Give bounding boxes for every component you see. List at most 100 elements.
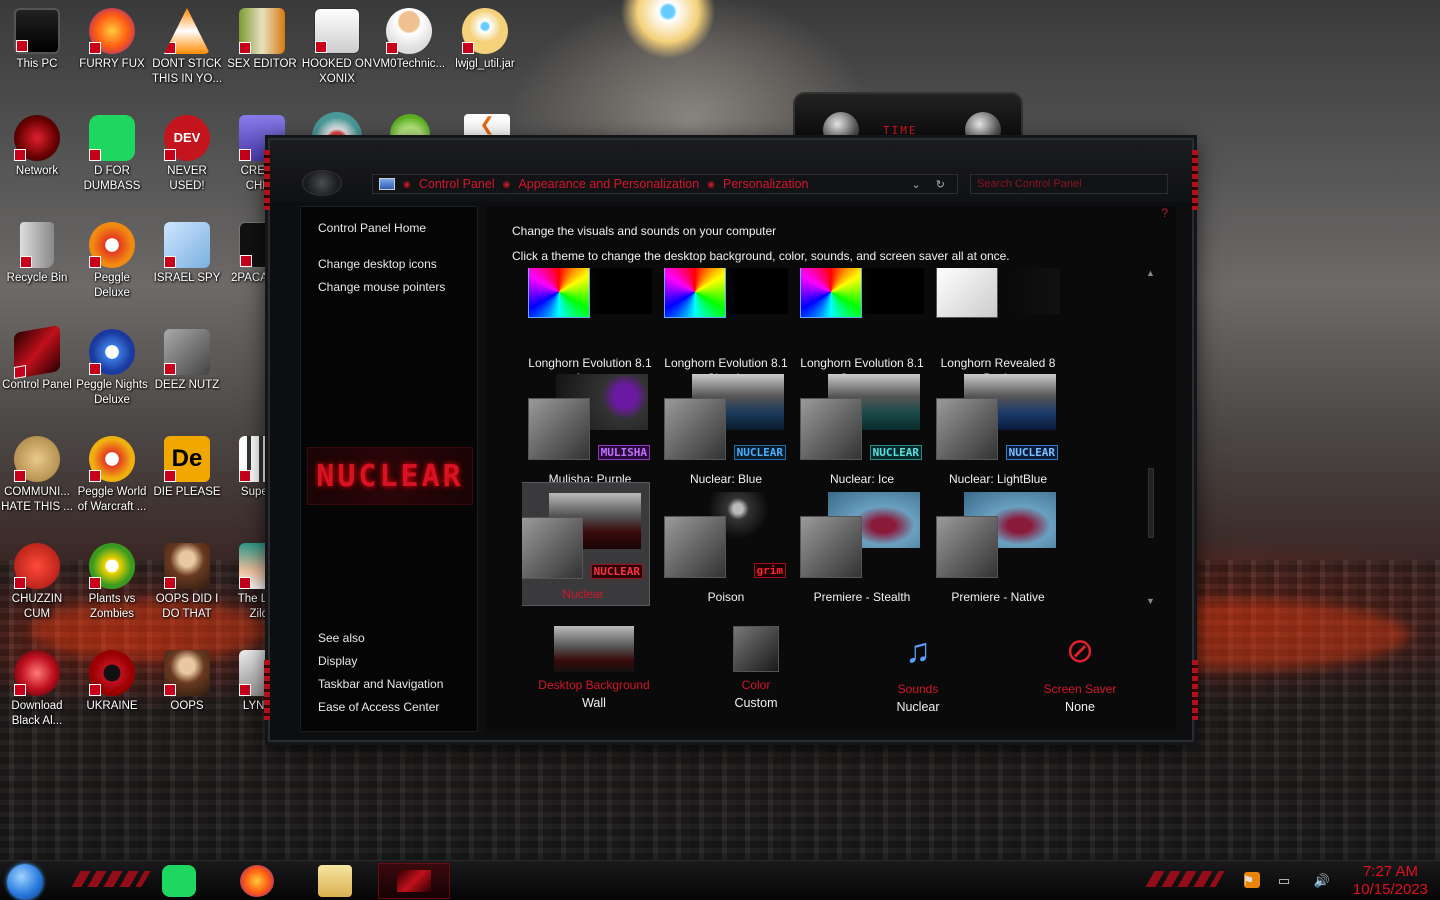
clock-gadget[interactable]: TIME: [793, 92, 1023, 148]
desktop-icon-this-pc[interactable]: This PC: [0, 8, 74, 72]
desktop-icon-d-for-dumbass[interactable]: D FOR DUMBASS: [75, 115, 149, 194]
color-value: Custom: [734, 696, 778, 710]
dreamweaver-style-icon: De: [164, 436, 210, 482]
theme-name: Poison: [707, 590, 745, 604]
scroll-up-icon[interactable]: ▲: [1146, 268, 1155, 278]
window-frame-accent: [1192, 150, 1198, 210]
desktop-icon-peggle-wow[interactable]: Peggle World of Warcraft ...: [75, 436, 149, 515]
desktop-icon-label: NEVER USED!: [167, 165, 207, 192]
desktop-icon-label: lwjgl_util.jar: [455, 58, 515, 70]
theme-preview: [528, 268, 652, 348]
taskbar-clock[interactable]: 7:27 AM 10/15/2023: [1353, 863, 1428, 899]
change-mouse-pointers-link[interactable]: Change mouse pointers: [318, 280, 445, 294]
desktop-icon-furry-fux[interactable]: FURRY FUX: [75, 8, 149, 72]
desktop-icon-die-please[interactable]: De DIE PLEASE: [150, 436, 224, 500]
recycle-bin-icon: [20, 222, 54, 268]
breadcrumb-appearance[interactable]: Appearance and Personalization: [518, 177, 699, 191]
theme-gallery-scrollbar[interactable]: ▲ ▼: [1146, 268, 1156, 606]
desktop-icon-hooked-on-xonix[interactable]: HOOKED ON XONIX: [300, 8, 374, 87]
desktop-icon-recycle-bin[interactable]: Recycle Bin: [0, 222, 74, 286]
breadcrumb-separator-icon: ◉: [403, 178, 411, 189]
computer-icon: [14, 8, 60, 54]
sounds-setting[interactable]: ♫ Sounds Nuclear: [848, 626, 988, 714]
back-button[interactable]: [302, 170, 342, 196]
theme-longhorn-revealed[interactable]: Longhorn Revealed 8 Basic: [930, 268, 1066, 385]
scroll-down-icon[interactable]: ▼: [1146, 596, 1155, 606]
cartoon-sticker-icon: [608, 0, 728, 58]
desktop-icon-label: Peggle World of Warcraft ...: [77, 486, 147, 513]
desktop-icon-vm0technic[interactable]: VM0Technic...: [372, 8, 446, 72]
change-desktop-icons-link[interactable]: Change desktop icons: [318, 257, 437, 271]
address-dropdown-refresh-icon[interactable]: ⌄ ↻: [912, 178, 952, 191]
theme-longhorn-classic[interactable]: Longhorn Evolution 8.1 Classic: [658, 268, 794, 385]
desktop-icon-pvz[interactable]: Plants vs Zombies: [75, 543, 149, 622]
taskbar-navigation-link[interactable]: Taskbar and Navigation: [318, 677, 443, 691]
radiation-icon: [89, 650, 135, 696]
theme-premiere-stealth[interactable]: Premiere - Stealth Dark...White: [794, 492, 930, 606]
desktop-icon-never-used[interactable]: DEV NEVER USED!: [150, 115, 224, 194]
color-setting[interactable]: Color Custom: [686, 626, 826, 710]
address-bar[interactable]: ◉ Control Panel ◉ Appearance and Persona…: [372, 174, 958, 194]
desktop-icon-download-black[interactable]: Download Black Al...: [0, 650, 74, 729]
theme-nuclear-lightblue[interactable]: NUCLEAR Nuclear: LightBlue: [930, 374, 1066, 498]
ease-of-access-link[interactable]: Ease of Access Center: [318, 700, 439, 714]
desktop-background-setting[interactable]: Desktop Background Wall: [524, 626, 664, 710]
theme-poison[interactable]: grim Poison: [658, 492, 794, 606]
theme-premiere-native[interactable]: Premiere - Native Launch...Black: [930, 492, 1066, 606]
doctor-avatar-icon: [386, 8, 432, 54]
breadcrumb-personalization[interactable]: Personalization: [723, 177, 808, 191]
desktop-icon-network[interactable]: Network: [0, 115, 74, 179]
start-orb-button[interactable]: [7, 864, 43, 900]
desktop-icon-peggle-nights[interactable]: Peggle Nights Deluxe: [75, 329, 149, 408]
search-input[interactable]: Search Control Panel: [970, 174, 1168, 194]
taskbar-control-panel-active[interactable]: [378, 863, 450, 899]
screen-saver-setting[interactable]: ⊘ Screen Saver None: [1010, 626, 1150, 714]
taskbar-file-explorer-icon[interactable]: [318, 865, 352, 897]
theme-mulisha-purple[interactable]: MULISHA Mulisha: Purple: [522, 374, 658, 498]
taskbar-chat-app-icon[interactable]: [162, 865, 196, 897]
theme-nuclear-selected[interactable]: NUCLEAR Nuclear: [522, 482, 650, 606]
desktop-background-value: Wall: [582, 696, 606, 710]
theme-tag-label: grim: [753, 563, 786, 578]
control-panel-home-link[interactable]: Control Panel Home: [318, 221, 426, 235]
theme-longhorn-savoury[interactable]: Longhorn Evolution 8.1 Savoury: [794, 268, 930, 385]
taskbar-firefox-icon[interactable]: [240, 865, 274, 897]
chuzzle-icon: [14, 543, 60, 589]
desktop-icon-chuzzin-cum[interactable]: CHUZZIN CUM: [0, 543, 74, 622]
theme-preview: [664, 268, 788, 348]
desktop-icon-control-panel[interactable]: Control Panel: [0, 324, 74, 393]
desktop-icon-label: FURRY FUX: [79, 58, 145, 70]
desktop-icon-ukraine[interactable]: UKRAINE: [75, 650, 149, 714]
desktop-icon-communi[interactable]: COMMUNI... HATE THIS ...: [0, 436, 74, 515]
scrollbar-thumb[interactable]: [1148, 468, 1154, 538]
theme-tag-label: NUCLEAR: [590, 564, 643, 579]
theme-color-swatch: [664, 398, 726, 460]
desktop-icon-label: OOPS: [170, 700, 204, 712]
theme-longhorn-azure[interactable]: Longhorn Evolution 8.1 Azure: [522, 268, 658, 385]
theme-name: Nuclear: [562, 587, 604, 601]
theme-nuclear-ice[interactable]: NUCLEAR Nuclear: Ice: [794, 374, 930, 498]
desktop-icon-lwjgl-util[interactable]: lwjgl_util.jar: [448, 8, 522, 72]
peggle-icon: [89, 222, 135, 268]
taskbar-decoration: [1145, 871, 1225, 887]
desktop-icon-deez-nutz[interactable]: DEEZ NUTZ: [150, 329, 224, 393]
theme-nuclear-blue[interactable]: NUCLEAR Nuclear: Blue: [658, 374, 794, 498]
breadcrumb-control-panel[interactable]: Control Panel: [419, 177, 495, 191]
xonix-game-icon: [314, 8, 360, 54]
theme-color-swatch: [936, 268, 998, 318]
desktop-icon-sex-editor[interactable]: SEX EDITOR: [225, 8, 299, 72]
desktop-icon-label: This PC: [16, 58, 58, 70]
desktop-icon-peggle-deluxe[interactable]: Peggle Deluxe: [75, 222, 149, 301]
desktop-icon-oops-did-i[interactable]: OOPS DID I DO THAT: [150, 543, 224, 622]
desktop-icon-dont-stick[interactable]: DONT STICK THIS IN YO...: [150, 8, 224, 87]
help-icon[interactable]: ?: [1161, 206, 1168, 220]
desktop-icon-israel-spy[interactable]: ISRAEL SPY: [150, 222, 224, 286]
theme-tag-label: MULISHA: [597, 445, 650, 460]
desktop-icon-label: DONT STICK THIS IN YO...: [151, 58, 223, 85]
desktop-icon-oops[interactable]: OOPS: [150, 650, 224, 714]
color-palette-icon: [528, 268, 590, 318]
system-tray-icons[interactable]: ⚑ ▭ 🔊: [1243, 873, 1340, 889]
sounds-label: Sounds: [897, 682, 939, 696]
display-link[interactable]: Display: [318, 654, 357, 668]
theme-preview: grim: [664, 492, 788, 582]
